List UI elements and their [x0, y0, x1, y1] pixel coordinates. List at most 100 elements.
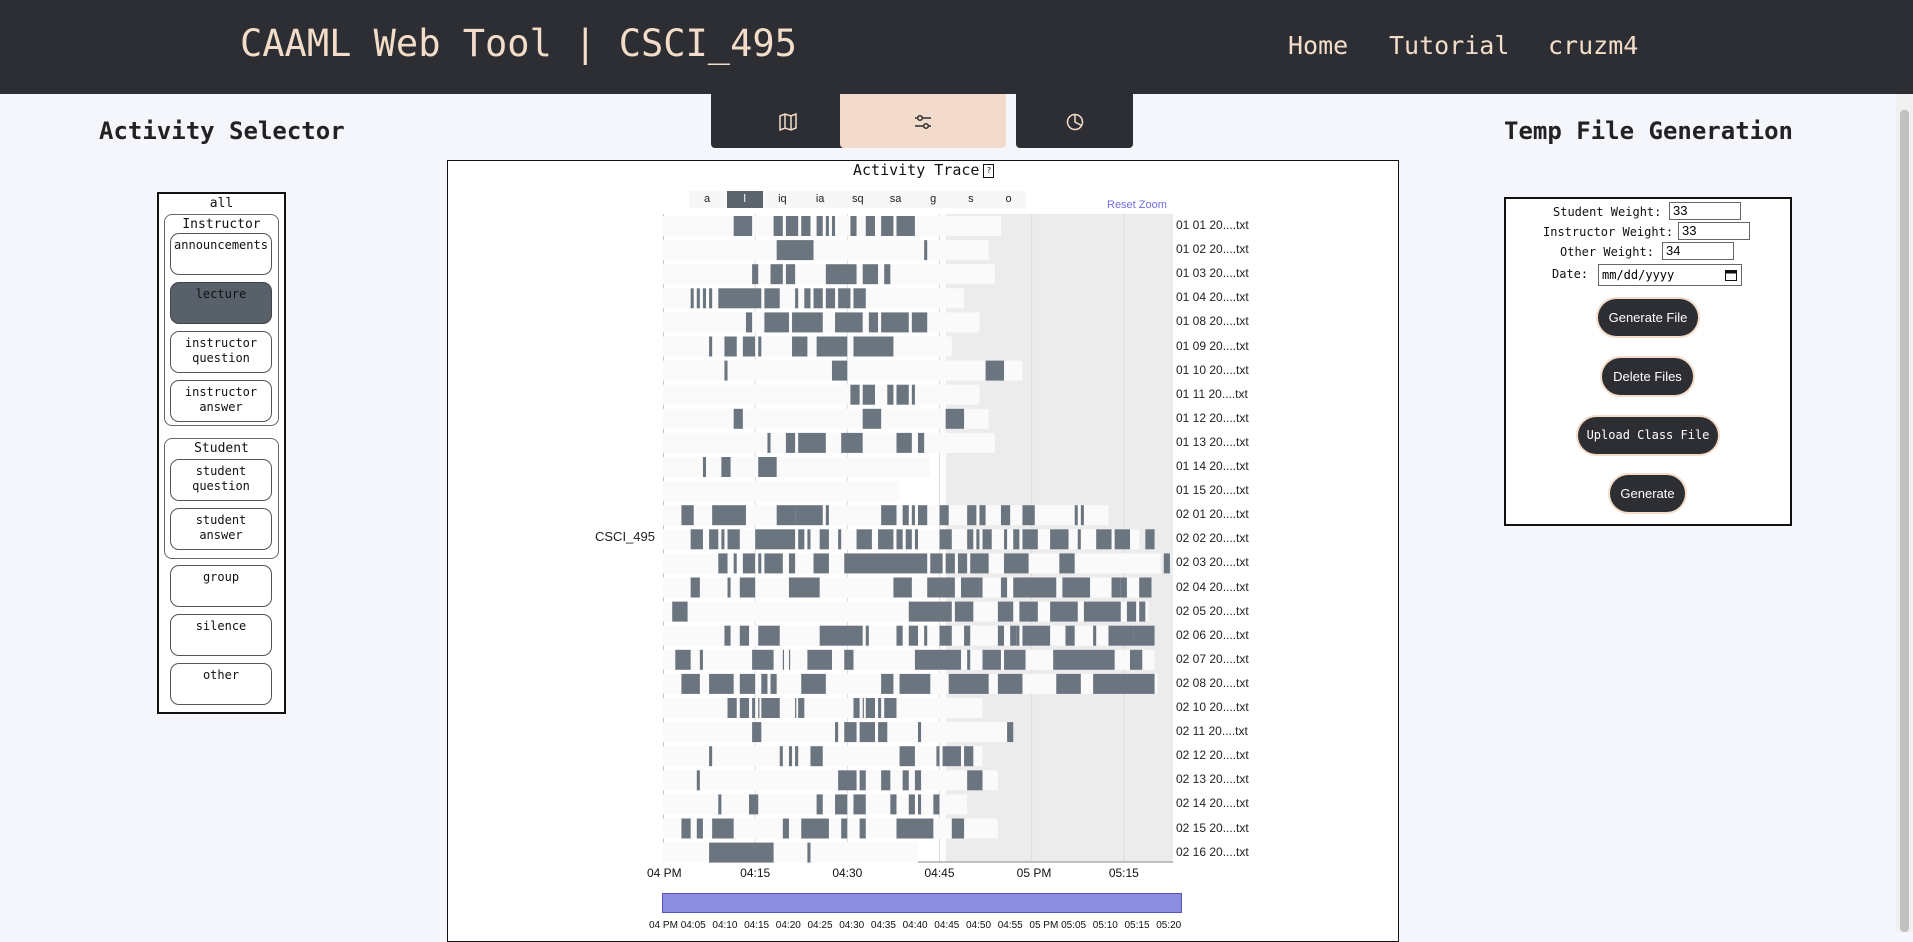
row-label[interactable]: 01 15 20....txt	[1176, 483, 1249, 497]
filter-ia[interactable]: ia	[802, 191, 838, 208]
row-label[interactable]: 02 08 20....txt	[1176, 676, 1249, 690]
time-range-brush[interactable]	[662, 893, 1182, 913]
activity-segment	[838, 529, 842, 550]
activity-segment	[896, 432, 912, 453]
instructor-weight-input[interactable]: 33	[1678, 222, 1750, 240]
lecture-button[interactable]: lecture	[170, 282, 272, 324]
row-label[interactable]: 01 02 20....txt	[1176, 242, 1249, 256]
row-label[interactable]: 02 04 20....txt	[1176, 580, 1249, 594]
activity-segment	[758, 457, 777, 477]
row-label[interactable]: 01 04 20....txt	[1176, 290, 1249, 304]
generate-button[interactable]: Generate	[1610, 475, 1685, 512]
activity-segment	[813, 288, 823, 309]
filter-iq[interactable]: iq	[764, 191, 800, 208]
filter-o[interactable]: o	[991, 191, 1027, 208]
help-icon[interactable]: ?	[983, 163, 995, 178]
activity-segment	[859, 770, 866, 791]
session-bar	[663, 481, 900, 502]
brush-tick-label: 04:20	[775, 920, 801, 931]
row-label[interactable]: 01 14 20....txt	[1176, 459, 1249, 473]
row-label[interactable]: 01 13 20....txt	[1176, 435, 1249, 449]
row-label[interactable]: 01 08 20....txt	[1176, 314, 1249, 328]
row-label[interactable]: 02 06 20....txt	[1176, 628, 1249, 642]
row-label[interactable]: 02 02 20....txt	[1176, 531, 1249, 545]
activity-segment	[758, 698, 760, 718]
row-label[interactable]: 01 01 20....txt	[1176, 218, 1249, 232]
row-label[interactable]: 02 07 20....txt	[1176, 652, 1249, 666]
activity-segment	[709, 336, 713, 357]
reset-zoom-button[interactable]: Reset Zoom	[1107, 199, 1167, 211]
brush-tick-label: 05:15	[1124, 920, 1150, 931]
activity-segment	[721, 529, 725, 550]
other-button[interactable]: other	[170, 663, 272, 705]
activity-segment	[844, 722, 857, 743]
calendar-icon[interactable]	[1725, 269, 1737, 281]
activity-segment	[850, 384, 860, 405]
group-button[interactable]: group	[170, 565, 272, 607]
app-brand[interactable]: CAAML Web Tool | CSCI_495	[240, 22, 797, 65]
instructor-answer-button[interactable]: instructor answer	[170, 380, 272, 422]
scrollbar-thumb[interactable]	[1900, 110, 1909, 932]
activity-segment	[752, 264, 759, 285]
activity-segment	[865, 625, 869, 646]
upload-class-file-button[interactable]: Upload Class File	[1578, 417, 1718, 454]
instructor-question-button[interactable]: instructor question	[170, 331, 272, 373]
activity-segment	[841, 432, 863, 453]
row-label[interactable]: 02 13 20....txt	[1176, 772, 1249, 786]
announcements-button[interactable]: announcements	[170, 233, 272, 275]
row-label[interactable]: 01 12 20....txt	[1176, 411, 1249, 425]
other-weight-input[interactable]: 34	[1662, 242, 1734, 260]
student-weight-input[interactable]: 33	[1669, 202, 1741, 220]
row-label[interactable]: 02 12 20....txt	[1176, 748, 1249, 762]
row-label[interactable]: 02 16 20....txt	[1176, 845, 1249, 859]
nav-tutorial-link[interactable]: Tutorial	[1389, 31, 1509, 60]
activity-segment	[681, 818, 691, 839]
row-label[interactable]: 02 14 20....txt	[1176, 796, 1249, 810]
activity-selector-panel: all Instructor announcements lecture ins…	[157, 192, 286, 714]
filter-sa[interactable]: sa	[878, 191, 914, 208]
activity-segment	[997, 673, 1023, 694]
filter-sq[interactable]: sq	[840, 191, 876, 208]
generate-file-button[interactable]: Generate File	[1598, 299, 1698, 336]
activity-segment	[804, 288, 811, 309]
row-label[interactable]: 01 03 20....txt	[1176, 266, 1249, 280]
row-label[interactable]: 02 05 20....txt	[1176, 604, 1249, 618]
student-question-button[interactable]: student question	[170, 459, 272, 501]
nav-home-link[interactable]: Home	[1288, 31, 1348, 60]
session-bar	[663, 794, 968, 815]
filter-g[interactable]: g	[915, 191, 951, 208]
date-input[interactable]: mm/dd/yyyy	[1598, 264, 1742, 286]
row-label[interactable]: 01 09 20....txt	[1176, 339, 1249, 353]
tab-stats[interactable]	[1016, 94, 1133, 148]
x-tick-label: 05:15	[1108, 866, 1139, 880]
activity-segment	[936, 746, 940, 767]
activity-segment	[884, 264, 891, 285]
instructor-group-label[interactable]: Instructor	[165, 217, 278, 232]
row-label[interactable]: 02 15 20....txt	[1176, 821, 1249, 835]
select-all-option[interactable]: all	[159, 196, 284, 211]
filter-a[interactable]: a	[689, 191, 725, 208]
chart-title: Activity Trace?	[853, 161, 995, 179]
activity-segment	[785, 216, 799, 236]
row-label[interactable]: 02 11 20....txt	[1176, 724, 1248, 738]
row-label[interactable]: 02 01 20....txt	[1176, 507, 1249, 521]
nav-user-link[interactable]: cruzm4	[1548, 31, 1638, 60]
row-label[interactable]: 02 03 20....txt	[1176, 555, 1249, 569]
activity-trace-plot[interactable]	[663, 214, 1175, 866]
filter-l[interactable]: l	[726, 191, 763, 208]
brush-tick-label: 04:35	[870, 920, 896, 931]
activity-segment	[918, 505, 928, 526]
student-group-label[interactable]: Student	[165, 441, 278, 456]
silence-button[interactable]: silence	[170, 614, 272, 656]
delete-files-button[interactable]: Delete Files	[1602, 358, 1693, 395]
row-label[interactable]: 01 11 20....txt	[1176, 387, 1248, 401]
tab-settings[interactable]	[840, 94, 1006, 148]
row-label[interactable]: 01 10 20....txt	[1176, 363, 1249, 377]
session-bar	[663, 625, 1152, 646]
student-answer-button[interactable]: student answer	[170, 508, 272, 550]
activity-segment	[785, 432, 796, 453]
row-label[interactable]: 02 10 20....txt	[1176, 700, 1249, 714]
filter-s[interactable]: s	[953, 191, 989, 208]
activity-segment	[1139, 577, 1152, 598]
brush-tick-label: 04:10	[712, 920, 738, 931]
